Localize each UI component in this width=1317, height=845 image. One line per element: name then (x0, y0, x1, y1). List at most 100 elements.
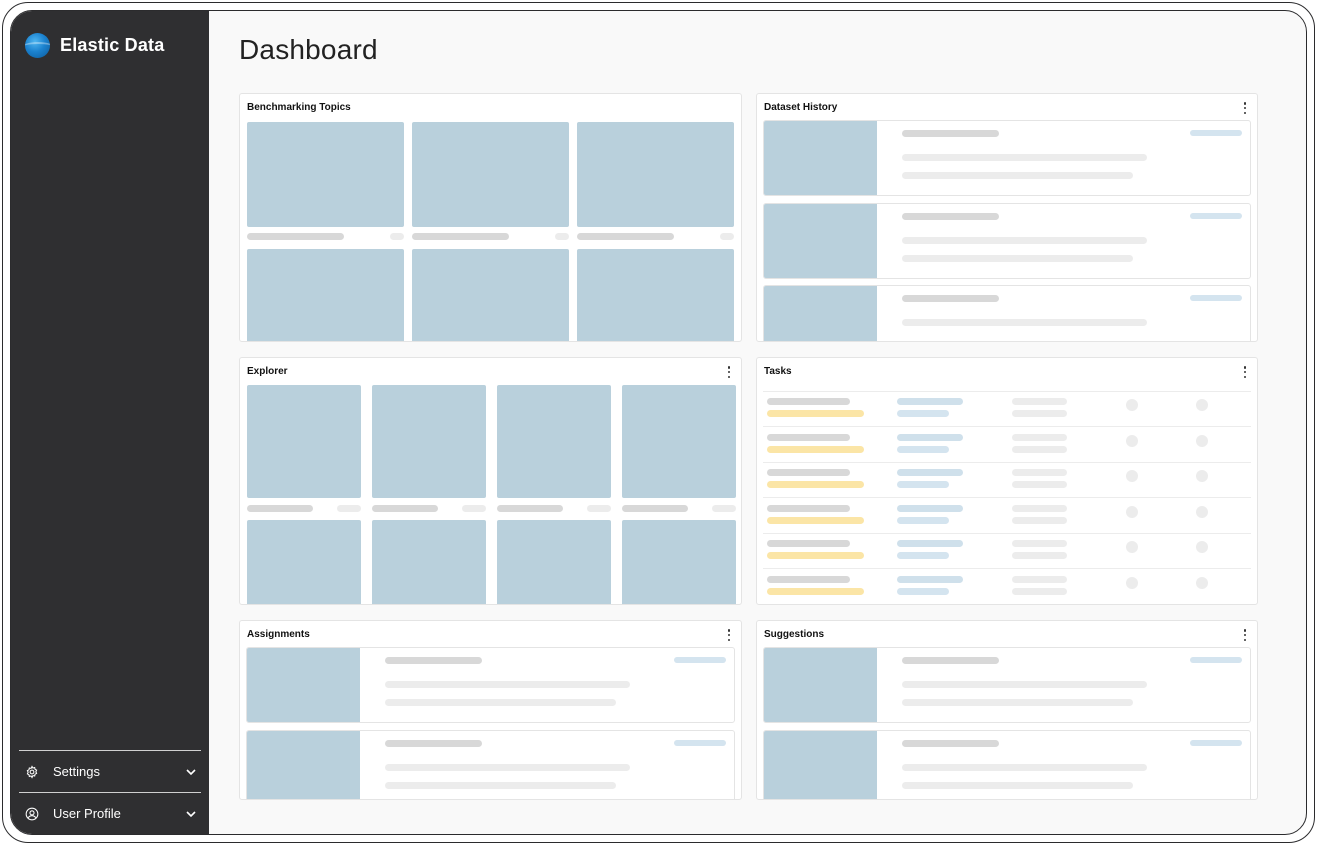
card-dataset-history: Dataset History (756, 93, 1258, 342)
list-item[interactable] (763, 120, 1251, 196)
list-item[interactable] (763, 285, 1251, 341)
text-placeholder (902, 237, 1147, 244)
text-placeholder (497, 505, 563, 512)
topic-thumbnail[interactable] (577, 122, 734, 227)
badge-placeholder (1190, 740, 1242, 746)
text-placeholder (385, 699, 616, 706)
topic-thumbnail[interactable] (247, 122, 404, 227)
status-dot[interactable] (1196, 576, 1208, 589)
text-placeholder (587, 505, 611, 512)
text-placeholder (372, 505, 438, 512)
text-placeholder (385, 764, 630, 771)
main-content: Dashboard Benchmarking Topics Dataset Hi… (209, 11, 1306, 834)
explorer-thumbnail[interactable] (497, 385, 611, 498)
explorer-thumbnail[interactable] (372, 385, 486, 498)
brand-name: Elastic Data (60, 35, 165, 55)
text-placeholder (902, 255, 1133, 262)
item-thumbnail (247, 648, 360, 722)
text-placeholder (902, 295, 999, 302)
item-thumbnail (764, 648, 877, 722)
text-placeholder (247, 233, 344, 240)
globe-logo-icon (25, 33, 50, 58)
explorer-thumbnail[interactable] (622, 520, 736, 604)
app-window: Elastic Data Settings User Profile Dashb… (10, 10, 1307, 835)
text-placeholder (337, 505, 361, 512)
text-placeholder (385, 657, 482, 664)
more-options-icon[interactable] (727, 366, 731, 378)
item-thumbnail (764, 204, 877, 278)
text-placeholder (902, 681, 1147, 688)
card-assignments: Assignments (239, 620, 742, 800)
sidebar-item-label: User Profile (53, 806, 121, 821)
sidebar: Elastic Data Settings User Profile (11, 11, 209, 834)
list-item[interactable] (763, 647, 1251, 723)
text-placeholder (712, 505, 736, 512)
more-options-icon[interactable] (1243, 629, 1247, 641)
card-tasks: Tasks (756, 357, 1258, 605)
more-options-icon[interactable] (1243, 102, 1247, 114)
text-placeholder (902, 699, 1133, 706)
text-placeholder (385, 782, 616, 789)
explorer-thumbnail[interactable] (622, 385, 736, 498)
sidebar-item-user-profile[interactable]: User Profile (19, 792, 201, 834)
text-placeholder (1012, 575, 1067, 583)
badge-placeholder (1190, 295, 1242, 301)
sidebar-item-settings[interactable]: Settings (19, 750, 201, 792)
badge-placeholder (1190, 657, 1242, 663)
card-title: Suggestions (764, 629, 825, 640)
sidebar-item-label: Settings (53, 764, 100, 779)
explorer-thumbnail[interactable] (372, 520, 486, 604)
badge-placeholder (1190, 130, 1242, 136)
sidebar-bottom-menu: Settings User Profile (19, 750, 201, 834)
badge-placeholder (674, 657, 726, 663)
text-placeholder (412, 233, 509, 240)
text-placeholder (902, 154, 1147, 161)
text-placeholder (1012, 587, 1067, 595)
text-placeholder (902, 172, 1133, 179)
text-placeholder (902, 657, 999, 664)
gear-icon (25, 764, 39, 779)
text-placeholder (247, 505, 313, 512)
card-title: Explorer (247, 366, 288, 377)
item-thumbnail (764, 731, 877, 799)
topic-thumbnail[interactable] (247, 249, 404, 341)
list-item[interactable] (763, 203, 1251, 279)
text-placeholder (462, 505, 486, 512)
explorer-thumbnail[interactable] (247, 520, 361, 604)
brand[interactable]: Elastic Data (25, 33, 164, 58)
list-item[interactable] (763, 730, 1251, 799)
item-thumbnail (764, 286, 877, 341)
topic-thumbnail[interactable] (577, 249, 734, 341)
card-title: Assignments (247, 629, 310, 640)
item-thumbnail (764, 121, 877, 195)
card-explorer: Explorer (239, 357, 742, 605)
item-thumbnail (247, 731, 360, 799)
card-title: Benchmarking Topics (247, 102, 351, 113)
list-item[interactable] (246, 647, 735, 723)
more-options-icon[interactable] (727, 629, 731, 641)
text-placeholder (902, 319, 1147, 326)
explorer-thumbnail[interactable] (497, 520, 611, 604)
card-benchmarking-topics: Benchmarking Topics (239, 93, 742, 342)
text-placeholder (767, 575, 850, 583)
text-placeholder (897, 587, 949, 595)
chevron-down-icon[interactable] (185, 766, 197, 778)
text-placeholder (385, 681, 630, 688)
text-placeholder (385, 740, 482, 747)
text-placeholder (622, 505, 688, 512)
card-title: Dataset History (764, 102, 838, 113)
status-placeholder (767, 587, 864, 595)
explorer-thumbnail[interactable] (247, 385, 361, 498)
text-placeholder (555, 233, 569, 240)
text-placeholder (902, 213, 999, 220)
topic-thumbnail[interactable] (412, 122, 569, 227)
status-dot[interactable] (1126, 576, 1138, 589)
text-placeholder (390, 233, 404, 240)
text-placeholder (577, 233, 674, 240)
list-item[interactable] (246, 730, 735, 799)
text-placeholder (720, 233, 734, 240)
table-row[interactable] (757, 358, 1257, 604)
text-placeholder (902, 740, 999, 747)
topic-thumbnail[interactable] (412, 249, 569, 341)
chevron-down-icon[interactable] (185, 808, 197, 820)
